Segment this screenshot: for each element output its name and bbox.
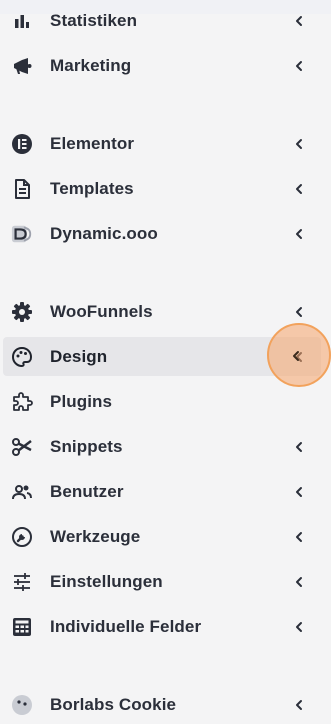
elementor-icon — [11, 133, 33, 155]
bar-chart-icon — [11, 10, 33, 32]
menu-item-individuelle-felder[interactable]: Individuelle Felder — [3, 607, 321, 646]
chevron-left-icon[interactable] — [293, 182, 305, 196]
scissors-icon — [11, 436, 33, 458]
menu-item-statistiken[interactable]: Statistiken — [3, 1, 321, 40]
chevron-left-icon[interactable] — [293, 620, 305, 634]
menu-item-templates[interactable]: Templates — [3, 169, 321, 208]
users-icon — [11, 481, 33, 503]
sliders-icon — [11, 571, 33, 593]
menu-item-borlabs-cookie[interactable]: Borlabs Cookie — [3, 685, 321, 724]
chevron-left-icon[interactable] — [293, 575, 305, 589]
menu-item-label: Borlabs Cookie — [50, 694, 177, 714]
document-icon — [11, 178, 33, 200]
chevron-left-icon[interactable] — [293, 485, 305, 499]
menu-item-dynamic-ooo[interactable]: Dynamic.ooo — [3, 214, 321, 253]
wrench-icon — [11, 526, 33, 548]
menu-item-woofunnels[interactable]: WooFunnels — [3, 292, 321, 331]
chevron-left-icon[interactable] — [293, 137, 305, 151]
menu-item-label: Snippets — [50, 436, 123, 456]
menu-item-label: Elementor — [50, 133, 135, 153]
palette-icon — [11, 346, 33, 368]
cookie-icon — [11, 694, 33, 716]
menu-item-werkzeuge[interactable]: Werkzeuge — [3, 517, 321, 556]
dynamic-logo-icon — [11, 223, 33, 245]
menu-item-einstellungen[interactable]: Einstellungen — [3, 562, 321, 601]
megaphone-icon — [11, 55, 33, 77]
chevron-left-icon[interactable] — [293, 698, 305, 712]
menu-item-label: Plugins — [50, 391, 113, 411]
menu-item-snippets[interactable]: Snippets — [3, 427, 321, 466]
chevron-left-icon[interactable] — [293, 440, 305, 454]
menu-item-plugins[interactable]: Plugins — [3, 382, 321, 421]
menu-item-label: Statistiken — [50, 10, 138, 30]
menu-item-benutzer[interactable]: Benutzer — [3, 472, 321, 511]
menu-item-label: WooFunnels — [50, 301, 153, 321]
design-expand-chevron-icon[interactable] — [290, 349, 302, 363]
gear-icon — [11, 301, 33, 323]
menu-item-label: Dynamic.ooo — [50, 223, 158, 243]
chevron-left-icon[interactable] — [293, 14, 305, 28]
menu-item-label: Individuelle Felder — [50, 616, 202, 636]
menu-item-label: Benutzer — [50, 481, 124, 501]
menu-item-elementor[interactable]: Elementor — [3, 124, 321, 163]
chevron-left-icon[interactable] — [293, 305, 305, 319]
menu-item-label: Marketing — [50, 55, 132, 75]
menu-item-label: Templates — [50, 178, 134, 198]
menu-item-label: Design — [50, 346, 108, 366]
puzzle-icon — [11, 391, 33, 413]
menu-item-label: Einstellungen — [50, 571, 163, 591]
menu-item-marketing[interactable]: Marketing — [3, 46, 321, 85]
menu-item-label: Werkzeuge — [50, 526, 141, 546]
chevron-left-icon[interactable] — [293, 227, 305, 241]
chevron-left-icon[interactable] — [293, 530, 305, 544]
table-grid-icon — [11, 616, 33, 638]
chevron-left-icon[interactable] — [293, 59, 305, 73]
